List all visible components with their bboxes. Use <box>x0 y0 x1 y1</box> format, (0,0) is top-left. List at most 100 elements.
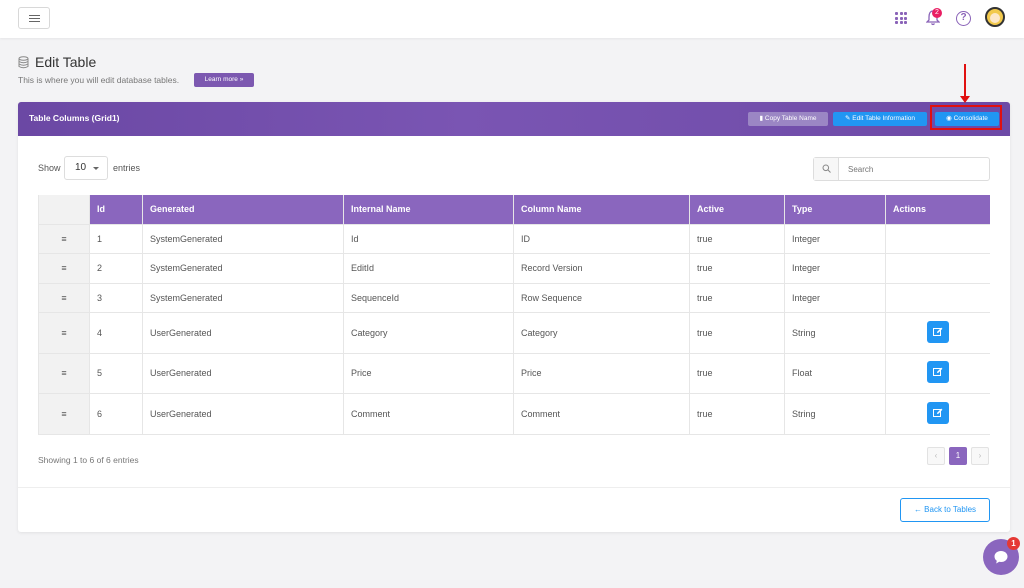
search-box <box>813 157 990 181</box>
edit-icon <box>933 367 943 377</box>
card-header: Table Columns (Grid1) ▮ Copy Table Name … <box>18 102 1010 136</box>
hamburger-menu-button[interactable] <box>18 7 50 29</box>
cell-id: 4 <box>89 312 143 353</box>
card-title: Table Columns (Grid1) <box>29 113 120 123</box>
apps-grid-icon[interactable] <box>895 12 907 24</box>
table-row: ≡ 5 UserGenerated Price Price true Float <box>38 352 990 394</box>
drag-handle-icon[interactable]: ≡ <box>38 352 90 394</box>
chat-icon <box>994 551 1008 564</box>
annotation-highlight-box <box>930 105 1002 130</box>
cell-type: Integer <box>784 282 886 313</box>
entries-label: entries <box>113 163 141 173</box>
cell-column-name: Category <box>513 312 690 353</box>
drag-handle-icon[interactable]: ≡ <box>38 282 90 313</box>
cell-active: true <box>689 223 785 254</box>
cell-column-name: Record Version <box>513 253 690 283</box>
notification-count-badge: 2 <box>932 8 942 18</box>
cell-generated: SystemGenerated <box>142 282 344 313</box>
edit-table-information-button[interactable]: ✎ Edit Table Information <box>833 112 927 126</box>
annotation-arrow <box>964 64 966 98</box>
cell-actions <box>885 253 990 283</box>
help-icon[interactable]: ? <box>956 11 971 26</box>
cell-generated: UserGenerated <box>142 312 344 353</box>
back-to-tables-button[interactable]: ← Back to Tables <box>900 498 990 522</box>
page-title: Edit Table <box>35 54 97 70</box>
divider <box>18 487 1010 488</box>
table-row: ≡ 3 SystemGenerated SequenceId Row Seque… <box>38 282 990 313</box>
cell-type: String <box>784 393 886 434</box>
cell-column-name: Row Sequence <box>513 282 690 313</box>
cell-column-name: Comment <box>513 393 690 434</box>
cell-type: String <box>784 312 886 353</box>
show-label: Show <box>38 163 61 173</box>
cell-active: true <box>689 393 785 434</box>
annotation-arrow-head <box>960 96 970 103</box>
column-header-actions: Actions <box>885 195 990 224</box>
cell-id: 2 <box>89 253 143 283</box>
cell-type: Integer <box>784 253 886 283</box>
cell-type: Float <box>784 352 886 394</box>
pagination-prev-button[interactable]: ‹ <box>927 447 945 465</box>
cell-column-name: Price <box>513 352 690 394</box>
cell-id: 3 <box>89 282 143 313</box>
pagination-page-1[interactable]: 1 <box>949 447 967 465</box>
chevron-down-icon <box>93 167 99 170</box>
cell-actions <box>885 352 990 394</box>
drag-handle-icon[interactable]: ≡ <box>38 253 90 283</box>
search-icon <box>822 164 831 173</box>
cell-actions <box>885 282 990 313</box>
table-row: ≡ 1 SystemGenerated Id ID true Integer <box>38 223 990 254</box>
cell-generated: UserGenerated <box>142 393 344 434</box>
page-subtitle: This is where you will edit database tab… <box>18 75 180 85</box>
column-header-id[interactable]: Id <box>89 195 143 224</box>
cell-internal-name: Category <box>343 312 514 353</box>
column-header-column-name[interactable]: Column Name <box>513 195 690 224</box>
cell-active: true <box>689 352 785 394</box>
copy-table-name-button[interactable]: ▮ Copy Table Name <box>748 112 828 126</box>
cell-column-name: ID <box>513 223 690 254</box>
edit-icon <box>933 327 943 336</box>
column-header-generated[interactable]: Generated <box>142 195 344 224</box>
search-input[interactable] <box>840 158 989 180</box>
column-header-drag <box>38 195 90 224</box>
column-header-internal-name[interactable]: Internal Name <box>343 195 514 224</box>
column-header-type[interactable]: Type <box>784 195 886 224</box>
drag-handle-icon[interactable]: ≡ <box>38 312 90 353</box>
drag-handle-icon[interactable]: ≡ <box>38 393 90 434</box>
cell-internal-name: Price <box>343 352 514 394</box>
edit-row-button[interactable] <box>927 401 949 424</box>
cell-generated: SystemGenerated <box>142 253 344 283</box>
cell-internal-name: SequenceId <box>343 282 514 313</box>
columns-table: Id Generated Internal Name Column Name A… <box>38 195 990 435</box>
cell-active: true <box>689 312 785 353</box>
column-header-active[interactable]: Active <box>689 195 785 224</box>
entries-info: Showing 1 to 6 of 6 entries <box>38 455 139 465</box>
cell-generated: UserGenerated <box>142 352 344 394</box>
cell-actions <box>885 393 990 434</box>
chat-unread-badge: 1 <box>1007 537 1020 550</box>
table-header-row: Id Generated Internal Name Column Name A… <box>38 195 990 224</box>
user-avatar[interactable] <box>985 7 1005 27</box>
search-addon <box>814 158 839 180</box>
table-row: ≡ 2 SystemGenerated EditId Record Versio… <box>38 253 990 283</box>
table-row: ≡ 6 UserGenerated Comment Comment true S… <box>38 393 990 434</box>
learn-more-button[interactable]: Learn more » <box>194 73 254 87</box>
cell-internal-name: EditId <box>343 253 514 283</box>
cell-id: 5 <box>89 352 143 394</box>
table-row: ≡ 4 UserGenerated Category Category true… <box>38 312 990 353</box>
entries-per-page-select[interactable]: 10 <box>64 156 108 180</box>
top-navbar: 2 ? <box>0 0 1024 38</box>
cell-id: 1 <box>89 223 143 254</box>
cell-actions <box>885 312 990 353</box>
edit-row-button[interactable] <box>927 361 949 384</box>
cell-actions <box>885 223 990 254</box>
cell-active: true <box>689 253 785 283</box>
table-columns-card: Table Columns (Grid1) ▮ Copy Table Name … <box>18 102 1010 532</box>
cell-generated: SystemGenerated <box>142 223 344 254</box>
edit-icon <box>933 408 943 417</box>
pagination-next-button[interactable]: › <box>971 447 989 465</box>
cell-internal-name: Comment <box>343 393 514 434</box>
edit-row-button[interactable] <box>927 320 949 343</box>
cell-id: 6 <box>89 393 143 434</box>
drag-handle-icon[interactable]: ≡ <box>38 223 90 254</box>
